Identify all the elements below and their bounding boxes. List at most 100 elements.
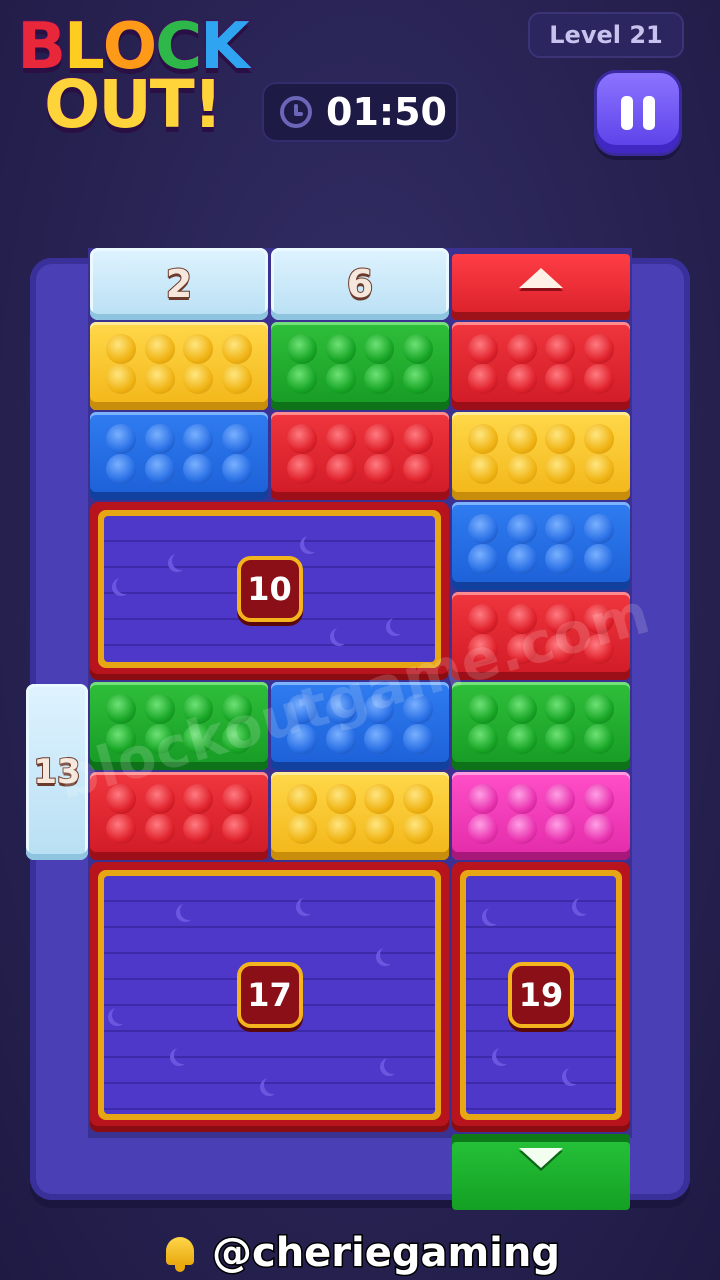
moon-icon <box>172 552 190 570</box>
moon-icon <box>566 1066 584 1084</box>
pause-button[interactable] <box>594 70 682 156</box>
lego-stud <box>144 814 175 844</box>
lego-brick-yellow[interactable] <box>452 412 630 500</box>
lego-brick-green[interactable] <box>452 682 630 770</box>
lego-stud <box>583 694 614 724</box>
lego-stud <box>183 454 214 484</box>
lego-stud <box>468 814 499 844</box>
lego-stud <box>468 544 499 574</box>
lego-stud <box>402 424 433 454</box>
lego-stud <box>364 364 395 394</box>
lego-stud <box>545 814 576 844</box>
lego-stud <box>583 544 614 574</box>
pause-icon <box>643 96 655 130</box>
lego-stud <box>583 724 614 754</box>
lego-stud <box>545 544 576 574</box>
lego-stud <box>106 814 137 844</box>
lego-stud <box>183 784 214 814</box>
lego-stud <box>545 334 576 364</box>
lego-stud <box>545 724 576 754</box>
lego-stud <box>183 814 214 844</box>
lego-stud <box>545 454 576 484</box>
box-counter: 17 <box>236 962 303 1028</box>
locked-box-17[interactable]: 17 <box>90 862 449 1132</box>
lego-stud <box>221 784 252 814</box>
box-panel: 19 <box>466 876 616 1114</box>
lego-stud <box>364 724 395 754</box>
level-label: Level 21 <box>549 21 663 49</box>
lego-stud <box>402 814 433 844</box>
moon-icon <box>174 1046 192 1064</box>
box-counter: 19 <box>508 962 574 1028</box>
lego-stud <box>364 454 395 484</box>
box-frame: 17 <box>98 870 441 1120</box>
lego-stud <box>287 814 318 844</box>
lego-stud <box>468 424 499 454</box>
timer: 01:50 <box>262 82 458 142</box>
lego-stud <box>506 364 537 394</box>
box-panel: 17 <box>104 876 435 1114</box>
moon-icon <box>576 896 594 914</box>
lego-stud <box>468 724 499 754</box>
level-indicator: Level 21 <box>528 12 684 58</box>
box-counter: 10 <box>236 556 303 622</box>
lego-stud <box>106 334 137 364</box>
lego-stud <box>144 364 175 394</box>
moon-icon <box>496 1046 514 1064</box>
lego-stud <box>287 334 318 364</box>
lego-stud <box>325 424 356 454</box>
moon-icon <box>304 534 322 552</box>
lego-stud <box>325 364 356 394</box>
lego-brick-yellow[interactable] <box>90 322 268 410</box>
lego-stud <box>506 424 537 454</box>
lego-stud <box>287 454 318 484</box>
lego-stud <box>468 454 499 484</box>
lego-stud <box>468 334 499 364</box>
lego-stud <box>402 454 433 484</box>
moon-icon <box>300 896 318 914</box>
lego-stud <box>468 514 499 544</box>
arrow-down-icon <box>519 1148 563 1168</box>
moon-icon <box>180 902 198 920</box>
lego-brick-red[interactable] <box>452 322 630 410</box>
lego-brick-blue[interactable] <box>90 412 268 500</box>
lego-stud <box>545 694 576 724</box>
lego-stud <box>221 334 252 364</box>
lego-brick-blue[interactable] <box>452 502 630 590</box>
locked-box-19[interactable]: 19 <box>452 862 630 1132</box>
lego-stud <box>144 454 175 484</box>
exit-gate-red <box>452 254 630 320</box>
lego-stud <box>583 784 614 814</box>
ice-block-2[interactable]: 2 <box>90 248 268 320</box>
lego-stud <box>583 424 614 454</box>
lego-brick-green[interactable] <box>271 322 449 410</box>
lego-stud <box>402 784 433 814</box>
lego-stud <box>402 724 433 754</box>
lego-stud <box>144 334 175 364</box>
moon-icon <box>112 1006 130 1024</box>
lego-stud <box>545 784 576 814</box>
logo-letter: T <box>148 65 196 145</box>
moon-icon <box>264 1076 282 1094</box>
lego-stud <box>506 454 537 484</box>
logo-line-2: OUT! <box>0 65 265 145</box>
lego-brick-yellow[interactable] <box>271 772 449 860</box>
lego-brick-red[interactable] <box>271 412 449 500</box>
creator-credit: @cheriegaming <box>0 1228 720 1278</box>
moon-icon <box>116 576 134 594</box>
box-frame: 19 <box>460 870 622 1120</box>
lego-stud <box>221 364 252 394</box>
lego-stud <box>287 424 318 454</box>
lego-stud <box>287 784 318 814</box>
lego-stud <box>364 814 395 844</box>
lego-stud <box>583 334 614 364</box>
timer-value: 01:50 <box>326 90 447 134</box>
lego-stud <box>506 724 537 754</box>
lego-stud <box>545 364 576 394</box>
lego-stud <box>583 814 614 844</box>
ice-block-6[interactable]: 6 <box>271 248 449 320</box>
lego-stud <box>583 514 614 544</box>
lego-brick-pink[interactable] <box>452 772 630 860</box>
lego-stud <box>183 334 214 364</box>
moon-icon <box>486 906 504 924</box>
